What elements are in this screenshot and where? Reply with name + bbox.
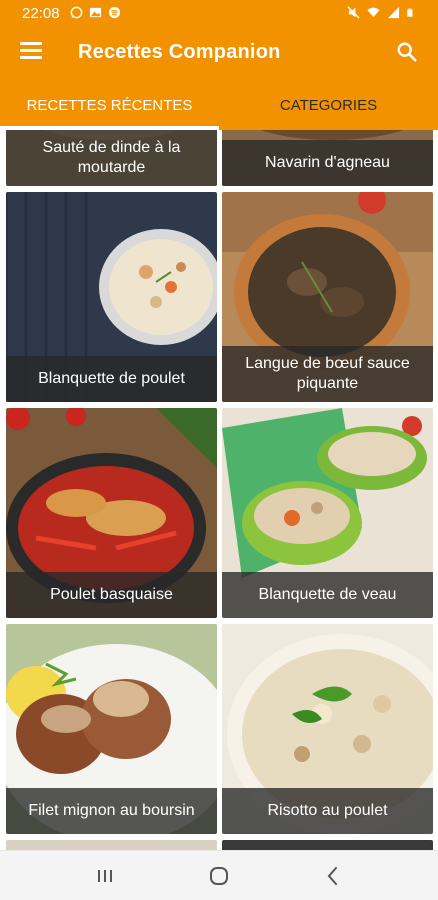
hamburger-menu-icon[interactable] [20,42,42,60]
battery-icon [407,8,413,17]
recipe-title: Filet mignon au boursin [6,788,217,834]
home-icon[interactable] [206,863,232,889]
app-title: Recettes Companion [78,41,281,63]
recipe-card[interactable]: Blanquette de veau [222,408,433,618]
signal-icon [387,6,400,19]
spotify-icon [108,6,121,19]
tab-categories[interactable]: CATEGORIES [219,80,438,130]
status-time: 22:08 [22,5,60,22]
recipe-title: Blanquette de veau [222,572,433,618]
recipe-card-partial[interactable] [222,840,433,850]
search-icon[interactable] [396,41,418,63]
recent-apps-icon[interactable] [92,863,118,889]
back-icon[interactable] [320,863,346,889]
app-bar: Recettes Companion [0,28,438,80]
recipe-title: Risotto au poulet [222,788,433,834]
mute-icon [347,6,360,19]
whatsapp-icon [70,6,83,19]
tab-bar: RECETTES RÉCENTES CATEGORIES [0,80,438,130]
gallery-icon [89,7,102,18]
recipe-card[interactable]: Risotto au poulet [222,624,433,834]
recipe-title: Langue de bœuf sauce piquante [222,346,433,402]
recipe-title: Navarin d'agneau [222,140,433,186]
status-icons-left [70,6,121,19]
recipe-card-partial[interactable] [6,840,217,850]
recipe-title: Sauté de dinde à la moutarde [6,130,217,186]
status-bar: 22:08 [0,0,438,28]
recipe-card[interactable]: Filet mignon au boursin [6,624,217,834]
recipe-card[interactable]: Langue de bœuf sauce piquante [222,192,433,402]
recipe-title: Poulet basquaise [6,572,217,618]
system-nav-bar [0,850,438,900]
recipe-grid: Sauté de dinde à la moutarde Navarin d'a… [0,130,438,850]
status-icons-right [347,6,416,19]
recipe-card[interactable]: Poulet basquaise [6,408,217,618]
wifi-icon [367,7,380,18]
recipe-title: Blanquette de poulet [6,356,217,402]
recipe-card[interactable]: Sauté de dinde à la moutarde [6,130,217,186]
recipe-photo [222,840,433,850]
tab-recent-recipes[interactable]: RECETTES RÉCENTES [0,80,219,130]
recipe-card[interactable]: Blanquette de poulet [6,192,217,402]
recipe-photo [6,840,217,850]
recipe-card[interactable]: Navarin d'agneau [222,130,433,186]
